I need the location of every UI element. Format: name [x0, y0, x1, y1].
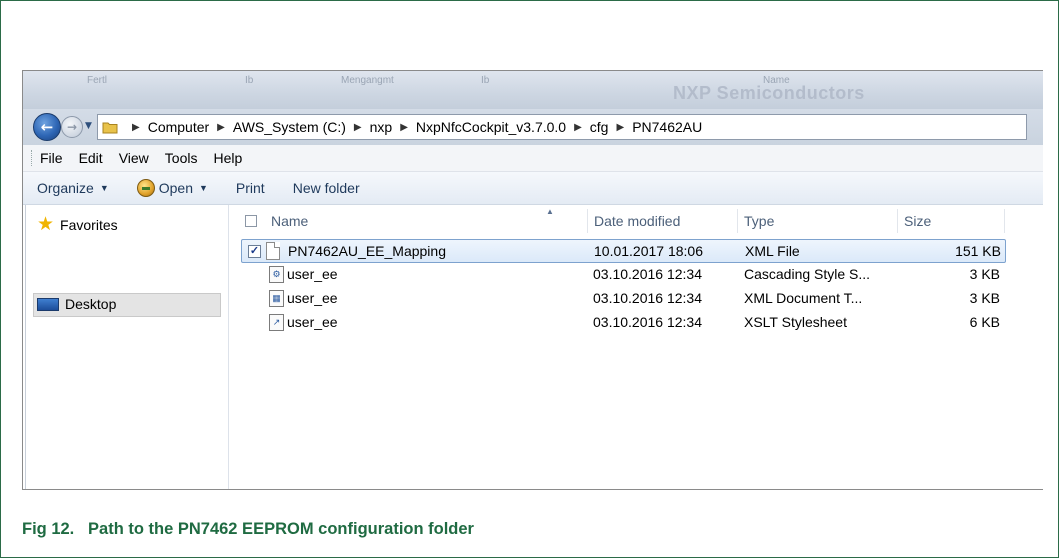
address-bar[interactable]: ▶ Computer ▶ AWS_System (C:) ▶ nxp ▶ Nxp…: [97, 114, 1027, 140]
brand-watermark: NXP Semiconductors: [673, 83, 865, 103]
breadcrumb-cfg[interactable]: cfg: [590, 119, 609, 135]
new-folder-button[interactable]: New folder: [293, 180, 360, 196]
file-size: 151 KB: [955, 243, 1001, 259]
table-row[interactable]: ⚙ user_ee 03.10.2016 12:34 Cascading Sty…: [241, 263, 1006, 287]
file-size: 6 KB: [969, 314, 1000, 330]
file-name: user_ee: [287, 290, 338, 306]
file-date: 03.10.2016 12:34: [593, 290, 702, 306]
breadcrumb-separator-icon: ▶: [616, 121, 625, 133]
open-icon: [136, 179, 155, 197]
chevron-down-icon: ▼: [198, 183, 208, 193]
breadcrumb-separator-icon: ▶: [353, 121, 362, 133]
select-all-checkbox[interactable]: [245, 215, 257, 227]
favorites-label: Favorites: [60, 216, 118, 233]
column-separator[interactable]: [737, 209, 738, 233]
breadcrumb-separator-icon: ▶: [217, 121, 225, 133]
breadcrumb-separator-icon: ▶: [574, 121, 582, 133]
menu-grip: [31, 150, 34, 166]
navigation-pane: ★ Favorites Desktop: [23, 205, 229, 489]
file-type: XML File: [745, 243, 800, 259]
breadcrumb-separator-icon: ▶: [132, 121, 140, 133]
breadcrumb-drive[interactable]: AWS_System (C:): [233, 119, 346, 135]
file-type: XML Document T...: [744, 290, 863, 306]
desktop-label: Desktop: [65, 296, 117, 312]
breadcrumb-computer[interactable]: Computer: [148, 119, 209, 135]
menu-edit[interactable]: Edit: [79, 150, 103, 166]
menu-file[interactable]: File: [40, 150, 63, 166]
organize-button[interactable]: Organize ▼: [37, 180, 109, 196]
back-arrow-icon: ←: [40, 118, 54, 136]
navigation-row: ← → ▼ ▶ Computer ▶ AWS_System (C:) ▶ nxp…: [23, 109, 1043, 145]
file-date: 10.01.2017 18:06: [594, 243, 703, 259]
column-separator[interactable]: [1004, 209, 1005, 233]
open-button[interactable]: Open ▼: [136, 179, 208, 197]
menu-tools[interactable]: Tools: [165, 150, 198, 166]
column-separator[interactable]: [587, 209, 588, 233]
table-row[interactable]: ↗ user_ee 03.10.2016 12:34 XSLT Styleshe…: [241, 311, 1006, 335]
breadcrumb-separator-icon: ▶: [400, 121, 408, 133]
open-label: Open: [158, 180, 193, 196]
table-row[interactable]: ✓ PN7462AU_EE_Mapping 10.01.2017 18:06 X…: [241, 239, 1006, 263]
file-type: Cascading Style S...: [744, 266, 871, 282]
breadcrumb-cockpit[interactable]: NxpNfcCockpit_v3.7.0.0: [416, 119, 566, 135]
folder-icon: [102, 120, 118, 134]
menu-bar: File Edit View Tools Help: [23, 145, 1043, 172]
figure-caption: Fig 12. Path to the PN7462 EEPROM config…: [22, 520, 474, 538]
forward-arrow-icon: →: [66, 120, 78, 134]
breadcrumb-pn7462au[interactable]: PN7462AU: [632, 119, 702, 135]
column-name[interactable]: Name: [271, 213, 308, 229]
print-button[interactable]: Print: [236, 180, 265, 196]
title-ghost-text: Mengangmt: [341, 75, 394, 86]
desktop-item[interactable]: Desktop: [37, 296, 116, 312]
title-ghost-text: Ib: [245, 75, 254, 86]
desktop-icon: [37, 297, 59, 311]
file-name: PN7462AU_EE_Mapping: [288, 243, 446, 259]
file-type: XSLT Stylesheet: [744, 314, 847, 330]
menu-help[interactable]: Help: [213, 150, 242, 166]
file-date: 03.10.2016 12:34: [593, 266, 702, 282]
document-icon: [266, 242, 280, 260]
forward-button[interactable]: →: [61, 116, 83, 138]
table-row[interactable]: ▦ user_ee 03.10.2016 12:34 XML Document …: [241, 287, 1006, 311]
favorites-item[interactable]: ★ Favorites: [37, 215, 118, 234]
title-ghost-text: Fertl: [87, 75, 107, 86]
xslt-file-icon: ↗: [269, 314, 284, 331]
explorer-window: Fertl Ib Mengangmt Ib Name NXP Semicondu…: [22, 70, 1043, 490]
chevron-down-icon: ▼: [99, 183, 109, 193]
organize-label: Organize: [37, 180, 94, 196]
file-size: 3 KB: [969, 266, 1000, 282]
title-ghost-text: Ib: [481, 75, 490, 86]
checkbox-icon[interactable]: ✓: [248, 245, 261, 258]
column-separator[interactable]: [897, 209, 898, 233]
command-bar: Organize ▼ Open ▼ Print New folder: [23, 172, 1043, 205]
file-size: 3 KB: [969, 290, 1000, 306]
sort-arrow-icon: ▲: [546, 207, 554, 216]
star-icon: ★: [37, 214, 55, 235]
column-type[interactable]: Type: [744, 213, 774, 229]
file-list-pane: ▲ Name Date modified Type Size ✓ PN7462A…: [229, 205, 1043, 489]
column-header-row: ▲ Name Date modified Type Size: [229, 205, 1043, 237]
menu-view[interactable]: View: [119, 150, 149, 166]
window-left-edge: [25, 205, 29, 489]
file-name: user_ee: [287, 314, 338, 330]
file-name: user_ee: [287, 266, 338, 282]
css-file-icon: ⚙: [269, 266, 284, 283]
file-date: 03.10.2016 12:34: [593, 314, 702, 330]
breadcrumb-nxp[interactable]: nxp: [370, 119, 393, 135]
title-bar: Fertl Ib Mengangmt Ib Name NXP Semicondu…: [23, 71, 1043, 109]
back-button[interactable]: ←: [33, 113, 61, 141]
history-dropdown-icon[interactable]: ▼: [85, 121, 92, 131]
xml-doc-icon: ▦: [269, 290, 284, 307]
column-date-modified[interactable]: Date modified: [594, 213, 680, 229]
column-size[interactable]: Size: [904, 213, 931, 229]
